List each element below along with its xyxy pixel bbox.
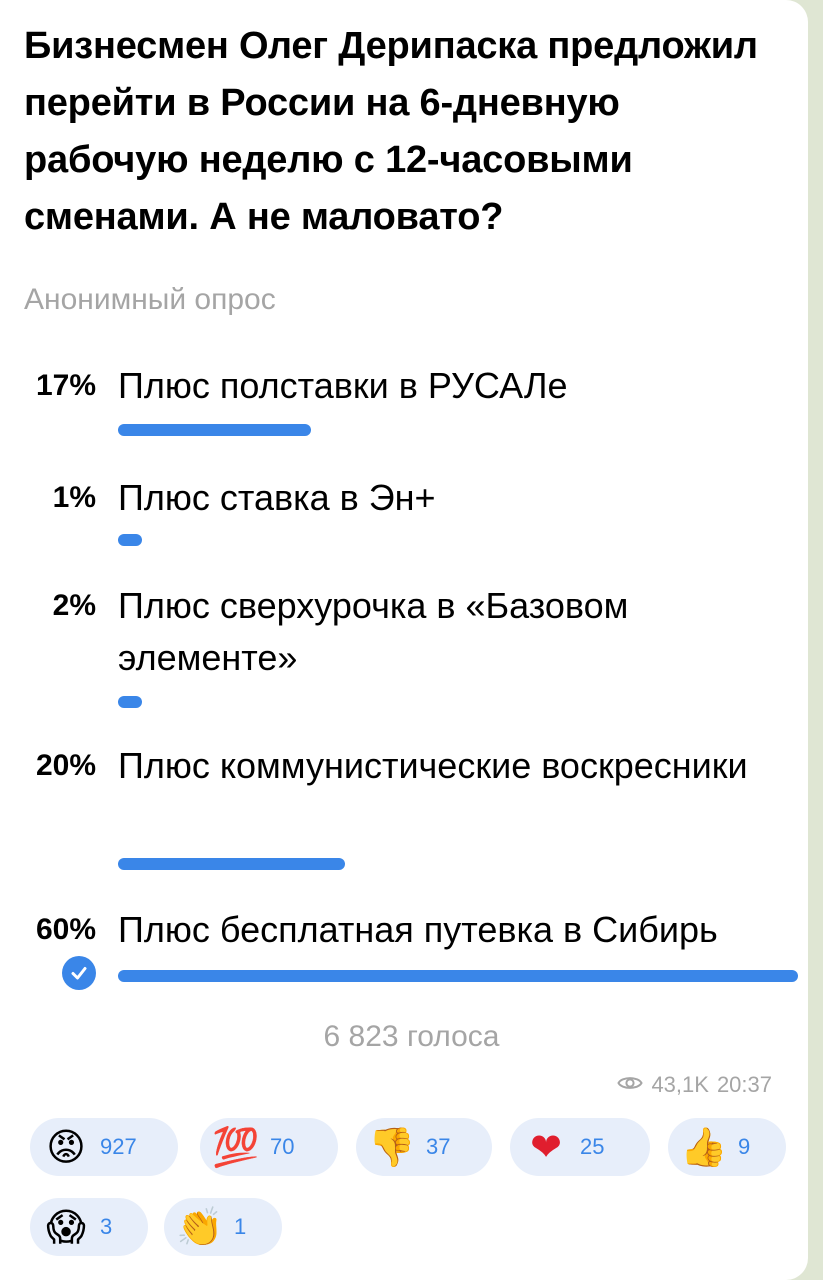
views-count: 43,1K [651,1072,709,1097]
red-heart-icon: ❤ [530,1125,562,1169]
thumbs-down-icon: 👎 [368,1125,416,1169]
reaction-chip-thumbs-up[interactable]: 👍 9 [668,1118,786,1176]
clapping-hands-icon: 👏 [176,1205,224,1249]
poll-option-label: Плюс коммунистические воскресники [118,745,748,786]
poll-option-percent: 60% [35,913,96,946]
selected-check-icon [62,956,96,990]
poll-option-bar [118,534,142,546]
poll-option-label: Плюс полставки в РУСАЛе [118,365,568,406]
poll-option-percent: 2% [52,589,96,622]
hundred-points-icon: 💯 [212,1125,260,1169]
poll-option-bar [118,970,798,982]
poll-option-percent: 1% [52,481,96,514]
message-bubble: Бизнесмен Олег Дерипаска предложил перей… [0,0,808,1280]
angry-face-icon: 😡 [46,1125,86,1169]
post-title: Бизнесмен Олег Дерипаска предложил перей… [24,25,758,238]
poll-option-bar [118,424,311,436]
poll-type-label: Анонимный опрос [24,283,276,316]
reaction-count: 1 [234,1214,247,1239]
reaction-count: 37 [426,1134,451,1159]
thumbs-up-icon: 👍 [680,1125,728,1169]
poll-option-label: Плюс бесплатная путевка в Сибирь [118,909,718,950]
poll-option-percent: 17% [35,369,96,402]
reaction-count: 3 [100,1214,113,1239]
reaction-chip-thumbs-down[interactable]: 👎 37 [356,1118,492,1176]
poll-option-bar [118,696,142,708]
reaction-count: 25 [580,1134,605,1159]
reaction-chip-heart[interactable]: ❤ 25 [510,1118,650,1176]
screaming-face-icon: 😱 [46,1205,86,1249]
reaction-chip-clapping[interactable]: 👏 1 [164,1198,282,1256]
poll-option-label: Плюс ставка в Эн+ [118,477,436,518]
poll-option-percent: 20% [35,749,96,782]
reaction-count: 70 [270,1134,295,1159]
message-meta: 43,1K 20:37 [617,1072,772,1098]
poll-option-label: Плюс сверхурочка в «Базовом элементе» [118,585,629,678]
reaction-chip-angry[interactable]: 😡 927 [30,1118,178,1176]
reaction-count: 9 [738,1134,751,1159]
poll-votes-count: 6 823 голоса [323,1020,500,1053]
reaction-chip-hundred[interactable]: 💯 70 [200,1118,338,1176]
poll-option-bar [118,858,345,870]
reaction-chip-screaming[interactable]: 😱 3 [30,1198,148,1256]
eye-icon [617,1072,644,1098]
message-time: 20:37 [716,1072,772,1097]
reaction-count: 927 [100,1134,137,1159]
